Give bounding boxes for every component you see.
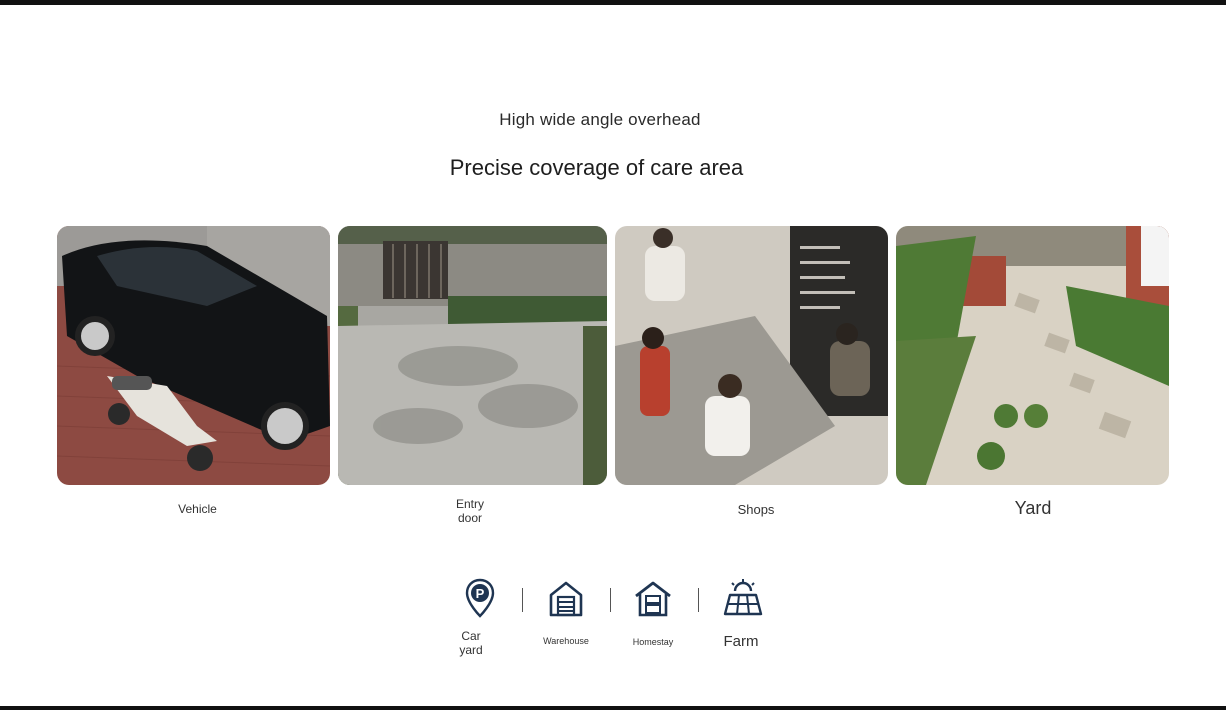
- yard-photo: [896, 226, 1169, 485]
- solar-farm-icon: [723, 579, 763, 617]
- separator: [610, 588, 611, 612]
- entry-door-caption: Entry door: [440, 497, 500, 525]
- headline: Precise coverage of care area: [449, 155, 744, 180]
- shops-caption: Shops: [737, 502, 775, 517]
- vehicle-photo: [57, 226, 330, 485]
- vehicle-caption: Vehicle: [178, 502, 217, 516]
- entry-door-caption-line1: Entry: [455, 497, 484, 511]
- car-yard-label-line2: yard: [459, 643, 483, 657]
- farm-label: Farm: [723, 633, 759, 650]
- subtitle: High wide angle overhead: [499, 110, 701, 129]
- entry-door-caption-line2: door: [457, 511, 483, 525]
- bottom-border: [0, 706, 1226, 710]
- entry-door-photo: [338, 226, 607, 485]
- car-yard-label: Car yard: [453, 629, 489, 657]
- warehouse-label: Warehouse: [543, 636, 589, 646]
- separator: [698, 588, 699, 612]
- top-border: [0, 0, 1226, 5]
- homestay-icon: [634, 580, 672, 618]
- yard-caption: Yard: [1014, 498, 1052, 518]
- shops-photo: [615, 226, 888, 485]
- car-yard-label-line1: Car: [461, 629, 481, 643]
- homestay-label: Homestay: [632, 637, 674, 647]
- svg-text:P: P: [476, 586, 485, 601]
- parking-pin-icon: P: [464, 578, 496, 618]
- warehouse-icon: [548, 580, 584, 618]
- separator: [522, 588, 523, 612]
